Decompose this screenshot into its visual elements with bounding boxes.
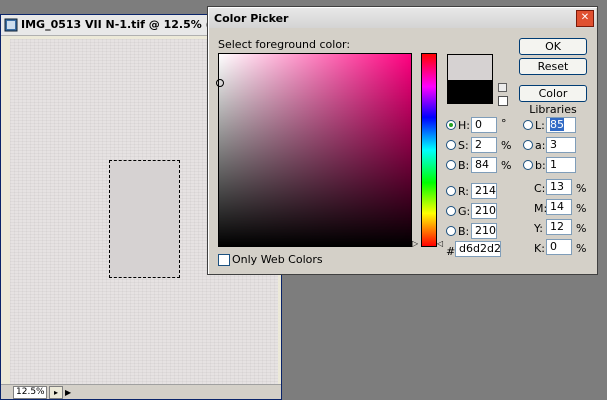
b-blue-field[interactable]: 210: [471, 223, 497, 239]
hue-slider-left-arrow-icon[interactable]: ▷: [412, 239, 418, 248]
prompt-label: Select foreground color:: [218, 38, 351, 51]
web-cube-icon[interactable]: [498, 96, 508, 106]
h-label: H:: [458, 119, 470, 132]
hex-label: #: [446, 245, 456, 258]
h-field[interactable]: 0: [471, 117, 497, 133]
color-libraries-button[interactable]: Color Libraries: [519, 85, 587, 116]
y-unit: %: [576, 222, 587, 235]
radio-b-blue[interactable]: [446, 226, 456, 236]
c-label: C:: [534, 182, 546, 195]
b-brightness-field[interactable]: 84: [471, 157, 497, 173]
zoom-level-field[interactable]: 12.5%: [13, 386, 47, 399]
radio-s[interactable]: [446, 140, 456, 150]
s-field[interactable]: 2: [471, 137, 497, 153]
y-field[interactable]: 12: [546, 219, 572, 235]
b-brightness-unit: %: [501, 159, 512, 172]
h-unit: °: [501, 117, 507, 130]
b-brightness-label: B:: [458, 159, 470, 172]
s-unit: %: [501, 139, 512, 152]
m-field[interactable]: 14: [546, 199, 572, 215]
b-lab-label: b:: [535, 159, 546, 172]
b-blue-label: B:: [458, 225, 470, 238]
status-menu-arrow-icon[interactable]: ▶: [65, 388, 71, 397]
dialog-title: Color Picker: [214, 12, 289, 25]
dialog-title-bar[interactable]: Color Picker ✕: [209, 8, 596, 28]
only-web-colors-checkbox[interactable]: [218, 254, 230, 266]
hue-slider[interactable]: [421, 53, 437, 247]
color-field-marker[interactable]: [216, 79, 224, 87]
k-unit: %: [576, 242, 587, 255]
status-info-button[interactable]: ▸: [49, 386, 63, 399]
close-button[interactable]: ✕: [576, 10, 594, 27]
y-label: Y:: [534, 222, 543, 235]
radio-a[interactable]: [523, 140, 533, 150]
r-label: R:: [458, 185, 470, 198]
c-field[interactable]: 13: [546, 179, 572, 195]
radio-h[interactable]: [446, 120, 456, 130]
marquee-selection[interactable]: [109, 160, 180, 278]
g-field[interactable]: 210: [471, 203, 497, 219]
b-lab-field[interactable]: 1: [546, 157, 576, 173]
radio-b-lab[interactable]: [523, 160, 533, 170]
photoshop-document-icon: [4, 18, 18, 32]
c-unit: %: [576, 182, 587, 195]
radio-l[interactable]: [523, 120, 533, 130]
a-label: a:: [535, 139, 546, 152]
hex-field[interactable]: d6d2d2: [455, 241, 501, 257]
current-color-swatch[interactable]: [447, 80, 493, 104]
status-bar: 12.5% ▸ ▶: [1, 384, 281, 399]
l-value: 85: [550, 118, 564, 131]
m-unit: %: [576, 202, 587, 215]
reset-button[interactable]: Reset: [519, 58, 587, 75]
s-label: S:: [458, 139, 469, 152]
radio-r[interactable]: [446, 186, 456, 196]
color-field[interactable]: [216, 53, 412, 247]
a-field[interactable]: 3: [546, 137, 576, 153]
k-label: K:: [534, 242, 545, 255]
g-label: G:: [458, 205, 471, 218]
hue-slider-right-arrow-icon[interactable]: ◁: [437, 239, 443, 248]
radio-b-brightness[interactable]: [446, 160, 456, 170]
web-safe-warning-icon[interactable]: [498, 83, 507, 92]
l-field[interactable]: 85: [546, 117, 576, 133]
color-picker-dialog: Color Picker ✕ Select foreground color: …: [207, 6, 598, 275]
new-color-swatch: [447, 54, 493, 81]
ok-button[interactable]: OK: [519, 38, 587, 55]
radio-g[interactable]: [446, 206, 456, 216]
k-field[interactable]: 0: [546, 239, 572, 255]
r-field[interactable]: 214: [471, 183, 497, 199]
only-web-colors-label[interactable]: Only Web Colors: [232, 253, 323, 266]
l-label: L:: [535, 119, 545, 132]
